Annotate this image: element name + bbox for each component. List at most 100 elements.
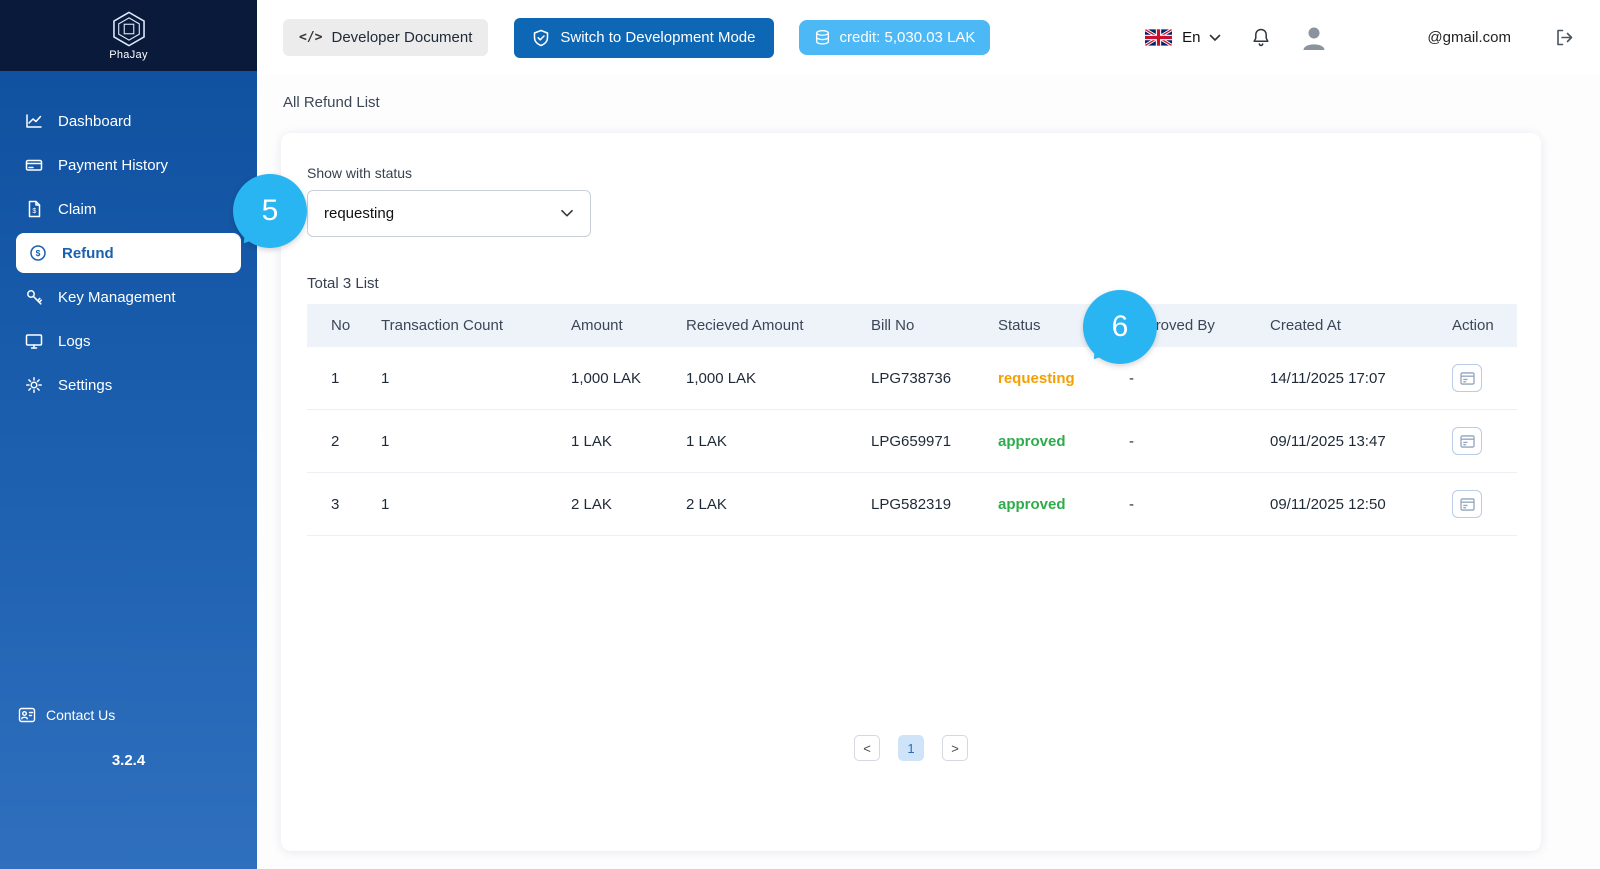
pagination: < 1 >	[281, 735, 1541, 761]
cell-amount: 1,000 LAK	[563, 347, 678, 410]
cell-bill-no: LPG582319	[863, 472, 990, 536]
svg-text:$: $	[36, 248, 41, 258]
table-row: 1 1 1,000 LAK 1,000 LAK LPG738736 reques…	[307, 347, 1517, 410]
cell-no: 1	[307, 347, 373, 410]
cell-transaction-count: 1	[373, 347, 563, 410]
notification-bell-icon[interactable]	[1251, 27, 1271, 48]
refund-table: No Transaction Count Amount Recieved Amo…	[307, 304, 1517, 536]
chevron-down-icon[interactable]	[1209, 34, 1221, 42]
code-icon: </>	[299, 30, 323, 45]
col-bill-no: Bill No	[863, 304, 990, 347]
logo-text: PhaJay	[109, 49, 148, 61]
svg-text:$: $	[32, 208, 36, 215]
key-icon	[24, 287, 44, 307]
table-row: 3 1 2 LAK 2 LAK LPG582319 approved - 09/…	[307, 472, 1517, 536]
cell-no: 2	[307, 409, 373, 473]
row-detail-button[interactable]	[1452, 364, 1482, 392]
settings-gear-icon	[24, 375, 44, 395]
cell-transaction-count: 1	[373, 472, 563, 536]
refund-icon: $	[28, 243, 48, 263]
col-action: Action	[1444, 304, 1517, 347]
cell-transaction-count: 1	[373, 409, 563, 473]
total-count-label: Total 3 List	[307, 275, 379, 292]
chevron-down-icon	[560, 209, 574, 218]
annotation-bubble-6: 6	[1083, 290, 1157, 364]
sidebar-menu: Dashboard Payment History $ Claim $ Refu…	[0, 71, 257, 405]
table-header-row: No Transaction Count Amount Recieved Amo…	[307, 304, 1517, 347]
col-transaction-count: Transaction Count	[373, 304, 563, 347]
credit-amount: credit: 5,030.03 LAK	[839, 29, 976, 46]
cell-received-amount: 1 LAK	[678, 409, 863, 473]
contact-us-label: Contact Us	[46, 707, 116, 723]
payment-history-icon	[24, 155, 44, 175]
sidebar-item-logs[interactable]: Logs	[0, 321, 257, 361]
cell-created-at: 09/11/2025 13:47	[1262, 409, 1444, 473]
status-filter-value: requesting	[324, 205, 395, 222]
cell-created-at: 14/11/2025 17:07	[1262, 347, 1444, 410]
cell-bill-no: LPG738736	[863, 347, 990, 410]
cell-approved-by: -	[1121, 409, 1262, 473]
phajay-logo-icon	[110, 10, 148, 48]
breadcrumb: All Refund List	[283, 94, 380, 111]
sidebar: PhaJay Dashboard Payment History $ Claim…	[0, 0, 257, 869]
status-badge: approved	[990, 409, 1121, 473]
table-row: 2 1 1 LAK 1 LAK LPG659971 approved - 09/…	[307, 409, 1517, 473]
sidebar-item-claim[interactable]: $ Claim	[0, 189, 257, 229]
col-amount: Amount	[563, 304, 678, 347]
shield-check-icon	[532, 29, 550, 47]
pagination-next-button[interactable]: >	[942, 735, 968, 761]
cell-approved-by: -	[1121, 472, 1262, 536]
user-email: @gmail.com	[1427, 29, 1511, 46]
sidebar-item-refund[interactable]: $ Refund	[16, 233, 241, 273]
logs-icon	[24, 331, 44, 351]
cell-amount: 1 LAK	[563, 409, 678, 473]
col-received-amount: Recieved Amount	[678, 304, 863, 347]
app-version: 3.2.4	[111, 752, 146, 769]
sidebar-item-label: Dashboard	[58, 112, 132, 130]
status-filter-select[interactable]: requesting	[307, 190, 591, 237]
refund-list-card: Show with status requesting Total 3 List…	[281, 133, 1541, 851]
sidebar-item-label: Refund	[62, 244, 114, 262]
logout-icon[interactable]	[1555, 28, 1574, 47]
cell-amount: 2 LAK	[563, 472, 678, 536]
cell-created-at: 09/11/2025 12:50	[1262, 472, 1444, 536]
topbar-right-cluster: En @gmail.com	[1145, 23, 1574, 53]
switch-mode-label: Switch to Development Mode	[560, 29, 756, 46]
sidebar-item-key-management[interactable]: Key Management	[0, 277, 257, 317]
status-badge: approved	[990, 472, 1121, 536]
row-detail-button[interactable]	[1452, 490, 1482, 518]
cell-received-amount: 2 LAK	[678, 472, 863, 536]
dashboard-icon	[24, 111, 44, 131]
annotation-bubble-5: 5	[233, 174, 307, 248]
sidebar-item-dashboard[interactable]: Dashboard	[0, 101, 257, 141]
col-created-at: Created At	[1262, 304, 1444, 347]
language-label[interactable]: En	[1182, 29, 1200, 46]
sidebar-item-label: Logs	[58, 332, 91, 350]
sidebar-item-label: Settings	[58, 376, 113, 394]
sidebar-item-settings[interactable]: Settings	[0, 365, 257, 405]
claim-icon: $	[24, 199, 44, 219]
cell-no: 3	[307, 472, 373, 536]
switch-development-mode-button[interactable]: Switch to Development Mode	[514, 17, 774, 58]
credit-badge[interactable]: credit: 5,030.03 LAK	[798, 20, 991, 55]
cell-received-amount: 1,000 LAK	[678, 347, 863, 410]
contact-us-icon	[18, 706, 36, 724]
developer-document-label: Developer Document	[331, 29, 473, 46]
filter-label: Show with status	[307, 165, 413, 181]
pagination-page-1-button[interactable]: 1	[898, 735, 924, 761]
sidebar-item-payment-history[interactable]: Payment History	[0, 145, 257, 185]
topbar: </> Developer Document Switch to Develop…	[257, 0, 1600, 75]
sidebar-item-label: Claim	[58, 200, 97, 218]
sidebar-item-label: Payment History	[58, 156, 169, 174]
sidebar-item-label: Key Management	[58, 288, 176, 306]
developer-document-button[interactable]: </> Developer Document	[283, 19, 489, 56]
sidebar-item-contact-us[interactable]: Contact Us	[0, 698, 257, 732]
user-avatar-icon[interactable]	[1299, 23, 1329, 53]
logo-area: PhaJay	[0, 0, 257, 71]
uk-flag-icon[interactable]	[1145, 29, 1173, 46]
col-no: No	[307, 304, 373, 347]
cell-bill-no: LPG659971	[863, 409, 990, 473]
pagination-prev-button[interactable]: <	[854, 735, 880, 761]
coins-icon	[814, 29, 831, 46]
row-detail-button[interactable]	[1452, 427, 1482, 455]
